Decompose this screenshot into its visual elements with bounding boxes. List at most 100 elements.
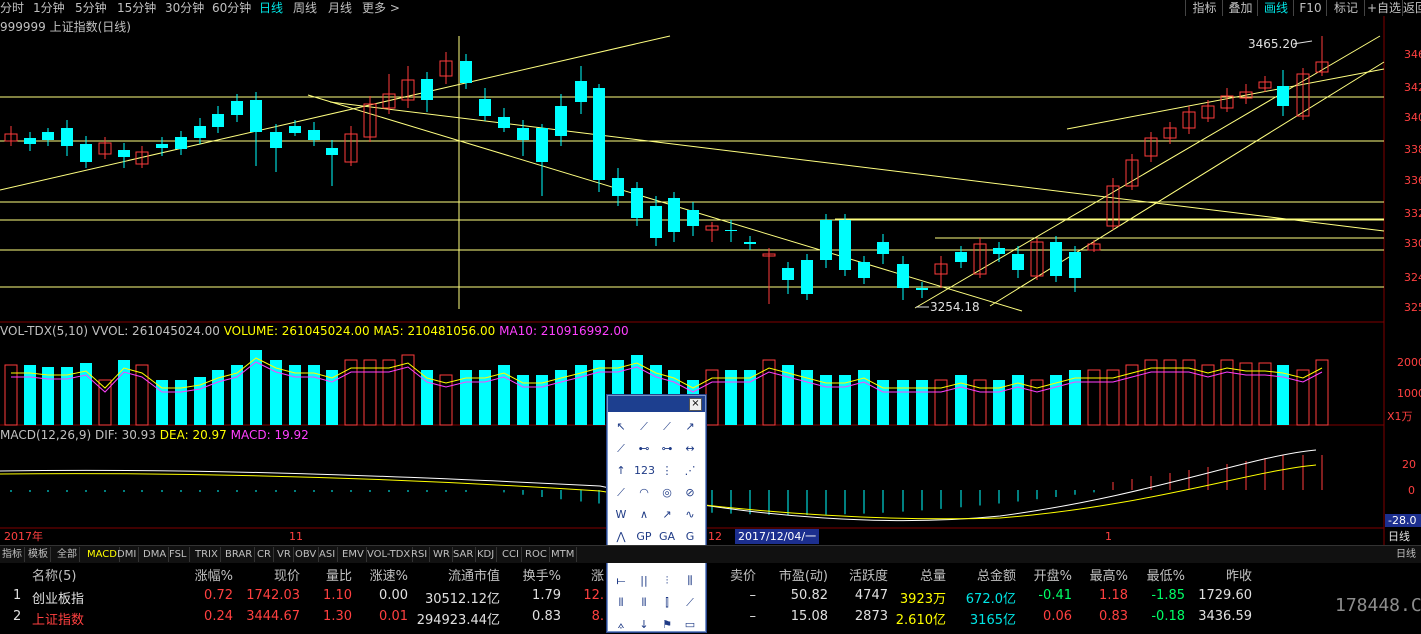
col-header-name[interactable]: 名称(5) bbox=[32, 565, 76, 584]
volume-bar-up bbox=[1201, 364, 1215, 426]
col-header-vol-ratio[interactable]: 量比 bbox=[326, 565, 352, 584]
col-header-chg2[interactable]: 涨 bbox=[591, 565, 604, 584]
hline-icon[interactable]: ⊷ bbox=[634, 440, 654, 458]
quote-cell-name[interactable]: 创业板指 bbox=[32, 588, 84, 607]
candle-down bbox=[1277, 86, 1289, 106]
quote-cell-ask: – bbox=[749, 588, 757, 603]
toolbar-button-4[interactable]: 标记 bbox=[1326, 0, 1365, 16]
col-header-low-pct[interactable]: 最低% bbox=[1147, 565, 1185, 584]
indicator-tab-20[interactable]: ROC bbox=[523, 547, 550, 562]
indicator-tab-8[interactable]: BRAR bbox=[223, 547, 256, 562]
indicator-tab-11[interactable]: OBV bbox=[293, 547, 320, 562]
vline-icon[interactable]: ↔ bbox=[680, 440, 700, 458]
pointer-icon[interactable]: ↖ bbox=[611, 418, 631, 436]
candle-down bbox=[308, 130, 320, 140]
circle-icon[interactable]: ◎ bbox=[657, 484, 677, 502]
g-icon[interactable]: G bbox=[680, 528, 700, 546]
toolbar-button-1[interactable]: 叠加 bbox=[1222, 0, 1258, 16]
indicator-tab-5[interactable]: DMA bbox=[141, 547, 170, 562]
indicator-tab-9[interactable]: CR bbox=[255, 547, 274, 562]
indicator-tab-6[interactable]: FSL bbox=[167, 547, 190, 562]
segment-icon[interactable]: ⟋ bbox=[611, 440, 631, 458]
fan-icon[interactable]: ⋰ bbox=[680, 462, 700, 480]
indicator-tab-0[interactable]: 指标 bbox=[0, 547, 25, 562]
text-123-icon[interactable]: 123 bbox=[634, 462, 655, 480]
col-header-amount[interactable]: 总金额 bbox=[977, 565, 1016, 584]
arrow-icon[interactable]: ↗ bbox=[680, 418, 700, 436]
slope-icon[interactable]: ⟋ bbox=[611, 484, 631, 502]
period-tab-1[interactable]: 1分钟 bbox=[33, 0, 65, 16]
drawing-tools-titlebar[interactable]: × bbox=[608, 396, 705, 412]
candle-down bbox=[326, 148, 338, 155]
toolbar-button-5[interactable]: +自选 bbox=[1364, 0, 1403, 16]
col-header-high-pct[interactable]: 最高% bbox=[1090, 565, 1128, 584]
indicator-tab-18[interactable]: KDJ bbox=[475, 547, 498, 562]
arc-icon[interactable]: ◠ bbox=[634, 484, 654, 502]
vol-unit: X1万 bbox=[1387, 410, 1413, 423]
axis-period-label: 日线 bbox=[1388, 529, 1410, 543]
volume-bar-up bbox=[363, 359, 377, 426]
indicator-tab-2[interactable]: 全部 bbox=[55, 547, 80, 562]
col-header-activity[interactable]: 活跃度 bbox=[849, 565, 888, 584]
indicator-tab-21[interactable]: MTM bbox=[549, 547, 578, 562]
quote-cell-name[interactable]: 上证指数 bbox=[32, 609, 84, 628]
period-tab-9[interactable]: 更多 > bbox=[362, 0, 400, 16]
peak-icon[interactable]: ⋀ bbox=[611, 528, 631, 546]
period-tab-7[interactable]: 周线 bbox=[293, 0, 317, 16]
candle-down bbox=[212, 114, 224, 127]
col-header-prev-close[interactable]: 昨收 bbox=[1226, 565, 1252, 584]
quote-cell-open-pct: 0.06 bbox=[1043, 609, 1072, 624]
col-header-float-cap[interactable]: 流通市值 bbox=[448, 565, 500, 584]
gp-icon[interactable]: GP bbox=[634, 528, 654, 546]
volume-bar-up bbox=[4, 364, 18, 426]
line-icon[interactable]: ⟋ bbox=[634, 418, 654, 436]
toolbar-button-2[interactable]: 画线 bbox=[1257, 0, 1294, 16]
col-header-speed[interactable]: 涨速% bbox=[370, 565, 408, 584]
period-tab-4[interactable]: 30分钟 bbox=[165, 0, 204, 16]
toolbar-button-6[interactable]: 返回 bbox=[1402, 0, 1421, 16]
col-header-price[interactable]: 现价 bbox=[274, 565, 300, 584]
col-header-pe[interactable]: 市盈(动) bbox=[779, 565, 828, 584]
indicator-tab-7[interactable]: TRIX bbox=[193, 547, 221, 562]
period-tab-5[interactable]: 60分钟 bbox=[212, 0, 251, 16]
indicator-tab-10[interactable]: VR bbox=[275, 547, 294, 562]
col-header-ask[interactable]: 卖价 bbox=[730, 565, 756, 584]
parallel-icon[interactable]: ⊶ bbox=[657, 440, 677, 458]
zigzag-icon[interactable]: ∧ bbox=[634, 506, 654, 524]
period-tab-6[interactable]: 日线 bbox=[259, 0, 283, 16]
trend-icon[interactable]: ↗ bbox=[657, 506, 677, 524]
indicator-tab-1[interactable]: 模板 bbox=[26, 547, 51, 562]
dot-icon[interactable]: ↑ bbox=[611, 462, 631, 480]
indicator-tab-4[interactable]: DMI bbox=[115, 547, 140, 562]
stop-icon[interactable]: ⊘ bbox=[680, 484, 700, 502]
toolbar-button-3[interactable]: F10 bbox=[1293, 0, 1327, 16]
volume-bar-down bbox=[897, 380, 909, 425]
ray-icon[interactable]: ⟋ bbox=[657, 418, 677, 436]
quote-cell-pe: 15.08 bbox=[790, 609, 828, 624]
indicator-tab-16[interactable]: WR bbox=[431, 547, 453, 562]
kline-chart[interactable]: 3465.20 3254.18 2017年 11 12 1 日线 -28.0 346 342 340… bbox=[0, 16, 1421, 545]
col-header-turnover[interactable]: 换手% bbox=[523, 565, 561, 584]
period-tab-3[interactable]: 15分钟 bbox=[117, 0, 156, 16]
macd-tick-0: 20 bbox=[1402, 458, 1416, 471]
period-tab-2[interactable]: 5分钟 bbox=[75, 0, 107, 16]
level-icon[interactable]: ⋮ bbox=[657, 462, 677, 480]
quote-cell-amount: 3165亿 bbox=[969, 613, 1016, 628]
period-tab-0[interactable]: 分时 bbox=[0, 0, 24, 16]
ga-icon[interactable]: GA bbox=[657, 528, 677, 546]
indicator-tab-17[interactable]: SAR bbox=[451, 547, 477, 562]
indicator-tab-15[interactable]: RSI bbox=[409, 547, 431, 562]
close-icon[interactable]: × bbox=[689, 398, 702, 411]
col-header-open-pct[interactable]: 开盘% bbox=[1034, 565, 1072, 584]
col-header-total-vol[interactable]: 总量 bbox=[920, 565, 946, 584]
col-header-chg-pct[interactable]: 涨幅% bbox=[195, 565, 233, 584]
period-tab-8[interactable]: 月线 bbox=[328, 0, 352, 16]
indicator-tab-19[interactable]: CCI bbox=[500, 547, 522, 562]
candle-down bbox=[555, 106, 567, 136]
wave-icon[interactable]: W bbox=[611, 506, 631, 524]
indicator-tab-12[interactable]: ASI bbox=[317, 547, 339, 562]
curve-icon[interactable]: ∿ bbox=[680, 506, 700, 524]
indicator-tab-14[interactable]: VOL-TDX bbox=[365, 547, 414, 562]
indicator-tab-13[interactable]: EMV bbox=[340, 547, 367, 562]
toolbar-button-0[interactable]: 指标 bbox=[1185, 0, 1223, 16]
